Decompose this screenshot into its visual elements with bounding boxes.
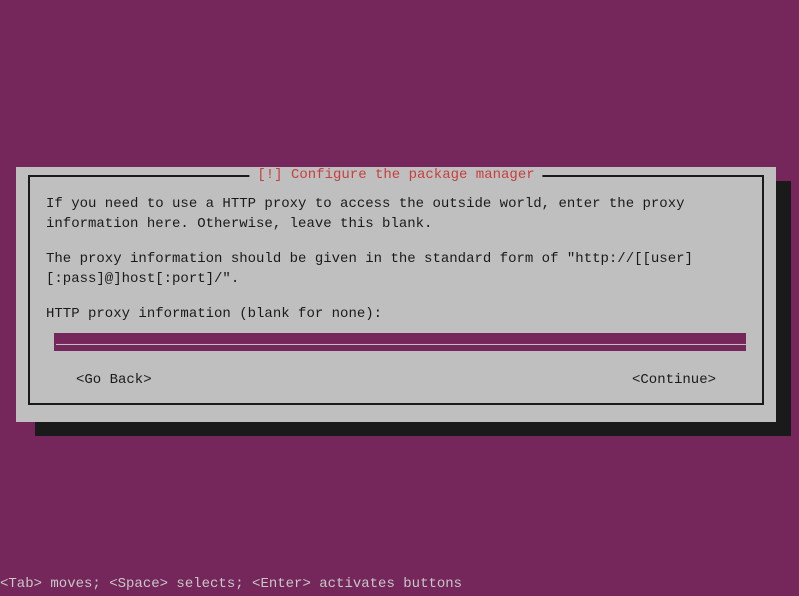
dialog-title: [!] Configure the package manager [249,167,542,183]
go-back-button[interactable]: <Go Back> [76,371,152,391]
dialog-content: If you need to use a HTTP proxy to acces… [30,177,762,403]
proxy-input[interactable]: ________________________________________… [54,333,746,351]
dialog-paragraph-1: If you need to use a HTTP proxy to acces… [46,195,746,234]
dialog-prompt: HTTP proxy information (blank for none): [46,305,746,325]
button-row: <Go Back> <Continue> [46,351,746,391]
dialog-box: [!] Configure the package manager If you… [28,175,764,405]
footer-hint: <Tab> moves; <Space> selects; <Enter> ac… [0,576,462,592]
continue-button[interactable]: <Continue> [632,371,716,391]
dialog-paragraph-2: The proxy information should be given in… [46,250,746,289]
